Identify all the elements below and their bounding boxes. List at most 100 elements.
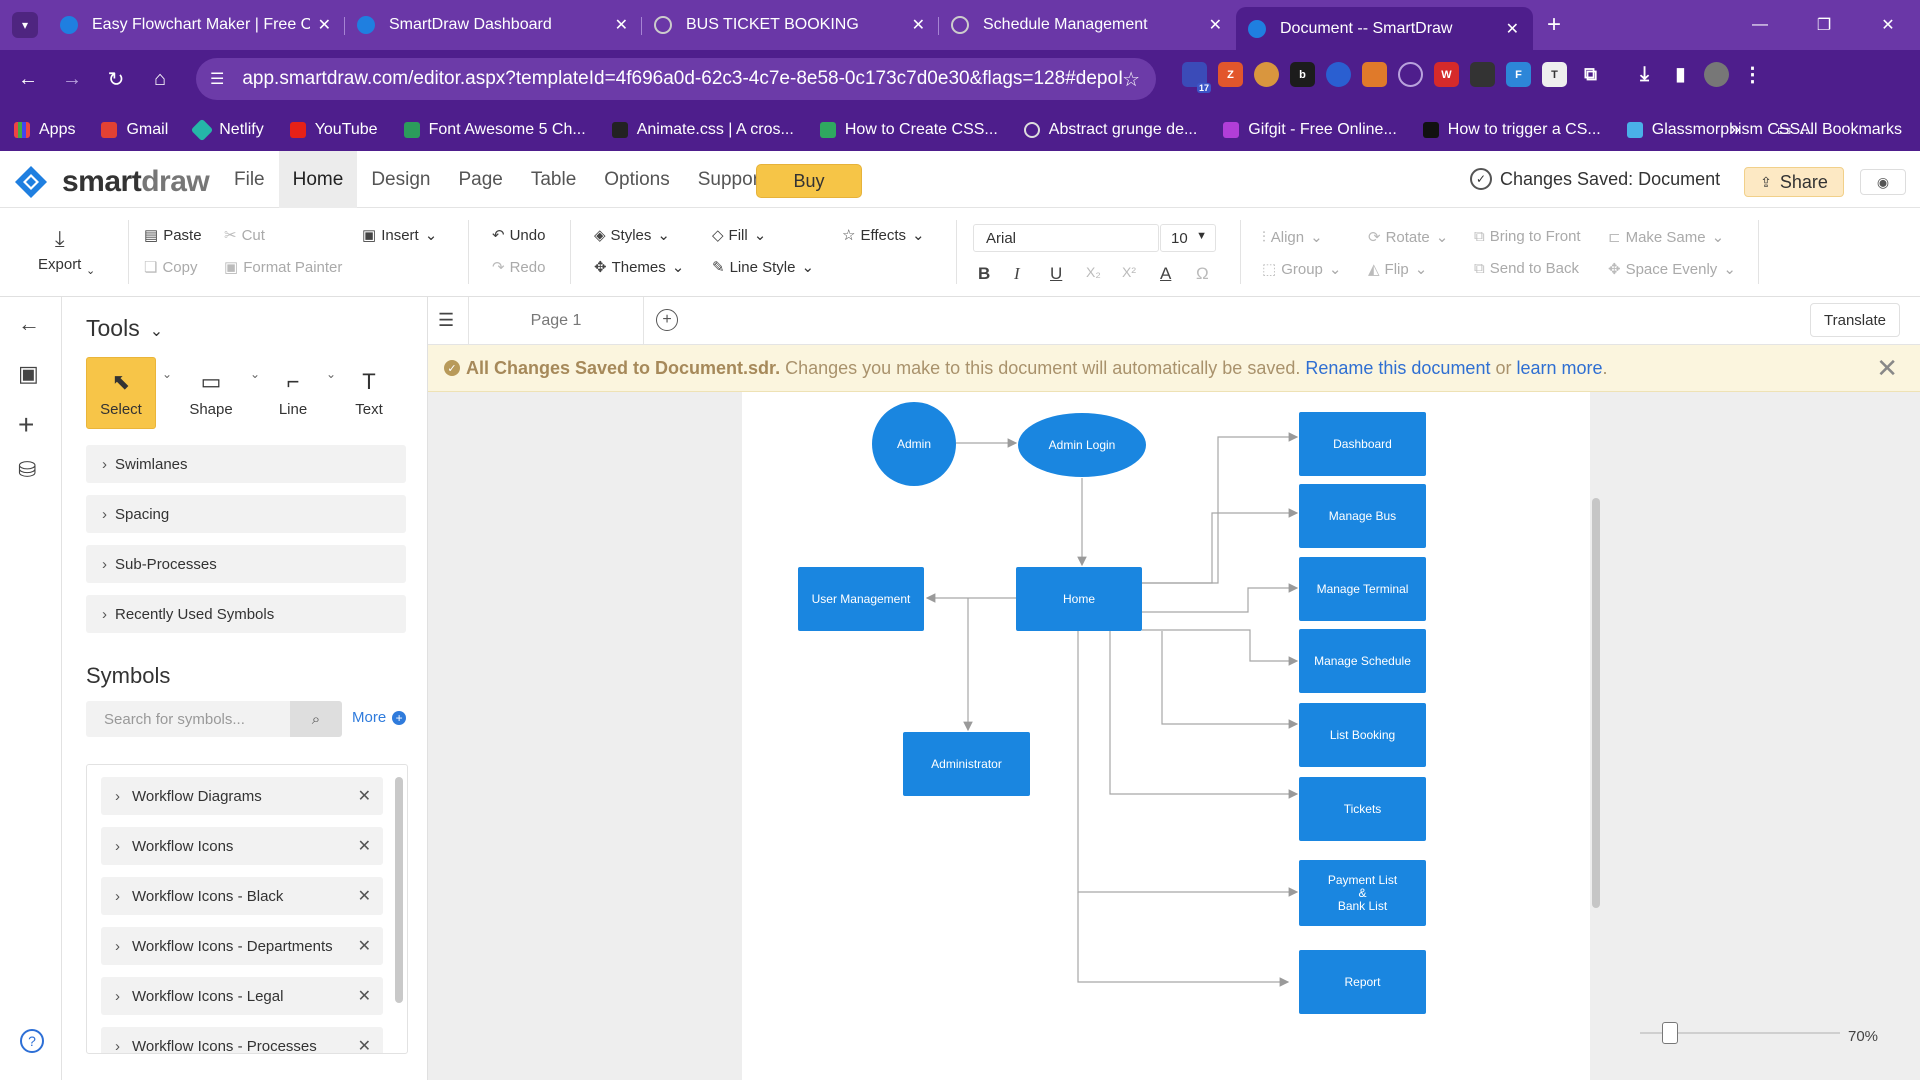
extension-icon[interactable]: b [1290, 62, 1315, 87]
restore-icon[interactable]: ❐ [1792, 15, 1856, 35]
browser-tab[interactable]: SmartDraw Dashboard ✕ [345, 5, 642, 45]
styles-button[interactable]: ◈ Styles ⌄ [594, 226, 670, 245]
bookmark-gifgit[interactable]: Gifgit - Free Online... [1223, 121, 1397, 139]
symbol-search-button[interactable]: ⌕ [290, 701, 342, 737]
more-bookmarks-icon[interactable]: » [1730, 119, 1740, 140]
node-home[interactable]: Home [1016, 567, 1142, 631]
minimize-icon[interactable]: — [1728, 16, 1792, 34]
redo-button[interactable]: ↷ Redo [492, 258, 545, 277]
node-payment-bank-list[interactable]: Payment List & Bank List [1299, 860, 1426, 926]
chevron-down-icon[interactable]: ⌄ [162, 367, 172, 381]
section-sub-processes[interactable]: › Sub-Processes [86, 545, 406, 583]
bookmark-star-icon[interactable]: ☆ [1122, 67, 1140, 92]
new-tab-button[interactable]: + [1547, 11, 1561, 39]
bookmark-apps[interactable]: Apps [14, 121, 75, 139]
extension-icon[interactable]: F [1506, 62, 1531, 87]
home-icon[interactable]: ⌂ [138, 68, 182, 91]
learn-more-link[interactable]: learn more [1516, 358, 1602, 379]
node-manage-bus[interactable]: Manage Bus [1299, 484, 1426, 548]
menu-options[interactable]: Options [590, 151, 683, 208]
side-panel-icon[interactable]: ▮ [1668, 62, 1693, 87]
extensions-puzzle-icon[interactable]: ⧉ [1578, 62, 1603, 87]
share-button[interactable]: ⇪ Share [1744, 167, 1844, 197]
paste-button[interactable]: ▤ Paste [144, 226, 202, 245]
menu-table[interactable]: Table [517, 151, 590, 208]
close-banner-icon[interactable]: ✕ [1876, 353, 1898, 384]
close-tab-icon[interactable]: ✕ [318, 15, 331, 35]
plus-icon[interactable]: + [18, 409, 34, 441]
special-character-icon[interactable]: Ω [1196, 264, 1209, 284]
bookmark-trigger-css[interactable]: How to trigger a CS... [1422, 121, 1601, 139]
node-report[interactable]: Report [1299, 950, 1426, 1014]
close-tab-icon[interactable]: ✕ [1209, 15, 1222, 35]
text-color-icon[interactable]: A [1160, 264, 1171, 284]
symbol-search-input[interactable]: Search for symbols... [86, 701, 290, 737]
extension-icon[interactable] [1254, 62, 1279, 87]
cut-button[interactable]: ✂ Cut [224, 226, 265, 245]
zoom-slider[interactable] [1640, 1022, 1852, 1044]
close-icon[interactable]: ✕ [358, 786, 371, 806]
extension-icon[interactable] [1362, 62, 1387, 87]
superscript-icon[interactable]: X² [1122, 264, 1136, 280]
close-icon[interactable]: ✕ [358, 1036, 371, 1053]
preview-eye-button[interactable]: ◉ [1860, 169, 1906, 195]
group-button[interactable]: ⬚ Group ⌄ [1262, 260, 1341, 279]
extension-icon[interactable]: 17 [1182, 62, 1211, 93]
menu-file[interactable]: File [220, 151, 279, 208]
zoom-handle[interactable] [1662, 1022, 1678, 1044]
bookmark-grunge[interactable]: Abstract grunge de... [1023, 121, 1197, 139]
browser-tab[interactable]: Schedule Management ✕ [939, 5, 1236, 45]
italic-icon[interactable]: I [1014, 264, 1020, 284]
rotate-button[interactable]: ⟳ Rotate ⌄ [1368, 228, 1448, 247]
close-tab-icon[interactable]: ✕ [912, 15, 925, 35]
library-item[interactable]: › Workflow Icons ✕ [101, 827, 383, 865]
tool-text[interactable]: T Text [334, 357, 404, 429]
align-button[interactable]: ⫶ Align ⌄ [1262, 228, 1323, 247]
close-icon[interactable]: ✕ [358, 936, 371, 956]
bookmark-fontawesome[interactable]: Font Awesome 5 Ch... [403, 121, 586, 139]
site-info-icon[interactable]: ☰ [210, 69, 224, 89]
help-icon[interactable]: ? [20, 1029, 44, 1053]
extension-icon[interactable]: Z [1218, 62, 1243, 87]
add-page-icon[interactable]: + [656, 309, 678, 331]
extension-icon[interactable]: T [1542, 62, 1567, 87]
library-item[interactable]: › Workflow Icons - Black ✕ [101, 877, 383, 915]
send-to-back-button[interactable]: ⧉ Send to Back [1474, 260, 1579, 277]
buy-button[interactable]: Buy [756, 164, 862, 198]
browser-tab-active[interactable]: Document -- SmartDraw ✕ [1236, 7, 1533, 51]
export-button[interactable]: ⤓ Export [38, 226, 81, 273]
copy-button[interactable]: ❏ Copy [144, 258, 197, 277]
section-recently-used[interactable]: › Recently Used Symbols [86, 595, 406, 633]
browser-tab[interactable]: BUS TICKET BOOKING ✕ [642, 5, 939, 45]
node-dashboard[interactable]: Dashboard [1299, 412, 1426, 476]
font-size-select[interactable]: 10 ▼ [1160, 224, 1216, 252]
library-scrollbar[interactable] [395, 777, 403, 1003]
tool-select[interactable]: ⬉ Select [86, 357, 156, 429]
smartdraw-logo[interactable]: smartdraw [14, 165, 210, 199]
library-item[interactable]: › Workflow Diagrams ✕ [101, 777, 383, 815]
extension-icon[interactable] [1398, 62, 1423, 87]
canvas-scrollbar[interactable] [1592, 498, 1600, 908]
node-manage-terminal[interactable]: Manage Terminal [1299, 557, 1426, 621]
avatar[interactable] [1704, 62, 1729, 87]
forward-icon[interactable]: → [50, 68, 94, 91]
bookmark-animate[interactable]: Animate.css | A cros... [611, 121, 794, 139]
library-item[interactable]: › Workflow Icons - Processes ✕ [101, 1027, 383, 1053]
database-icon[interactable]: ⛁ [18, 457, 36, 483]
close-icon[interactable]: ✕ [358, 836, 371, 856]
undo-button[interactable]: ↶ Undo [492, 226, 545, 245]
line-style-button[interactable]: ✎ Line Style ⌄ [712, 258, 814, 277]
menu-kebab-icon[interactable]: ⋮ [1740, 62, 1765, 87]
close-window-icon[interactable]: ✕ [1856, 15, 1920, 35]
bold-icon[interactable]: B [978, 264, 990, 284]
effects-button[interactable]: ☆ Effects ⌄ [842, 226, 925, 245]
node-administrator[interactable]: Administrator [903, 732, 1030, 796]
themes-button[interactable]: ✥ Themes ⌄ [594, 258, 684, 277]
bring-to-front-button[interactable]: ⧉ Bring to Front [1474, 228, 1581, 245]
toolbox-icon[interactable]: ▣ [18, 361, 39, 387]
more-symbols-link[interactable]: More + [352, 709, 407, 726]
close-icon[interactable]: ✕ [358, 986, 371, 1006]
download-icon[interactable]: ⤓ [1632, 62, 1657, 87]
node-user-management[interactable]: User Management [798, 567, 924, 631]
node-tickets[interactable]: Tickets [1299, 777, 1426, 841]
